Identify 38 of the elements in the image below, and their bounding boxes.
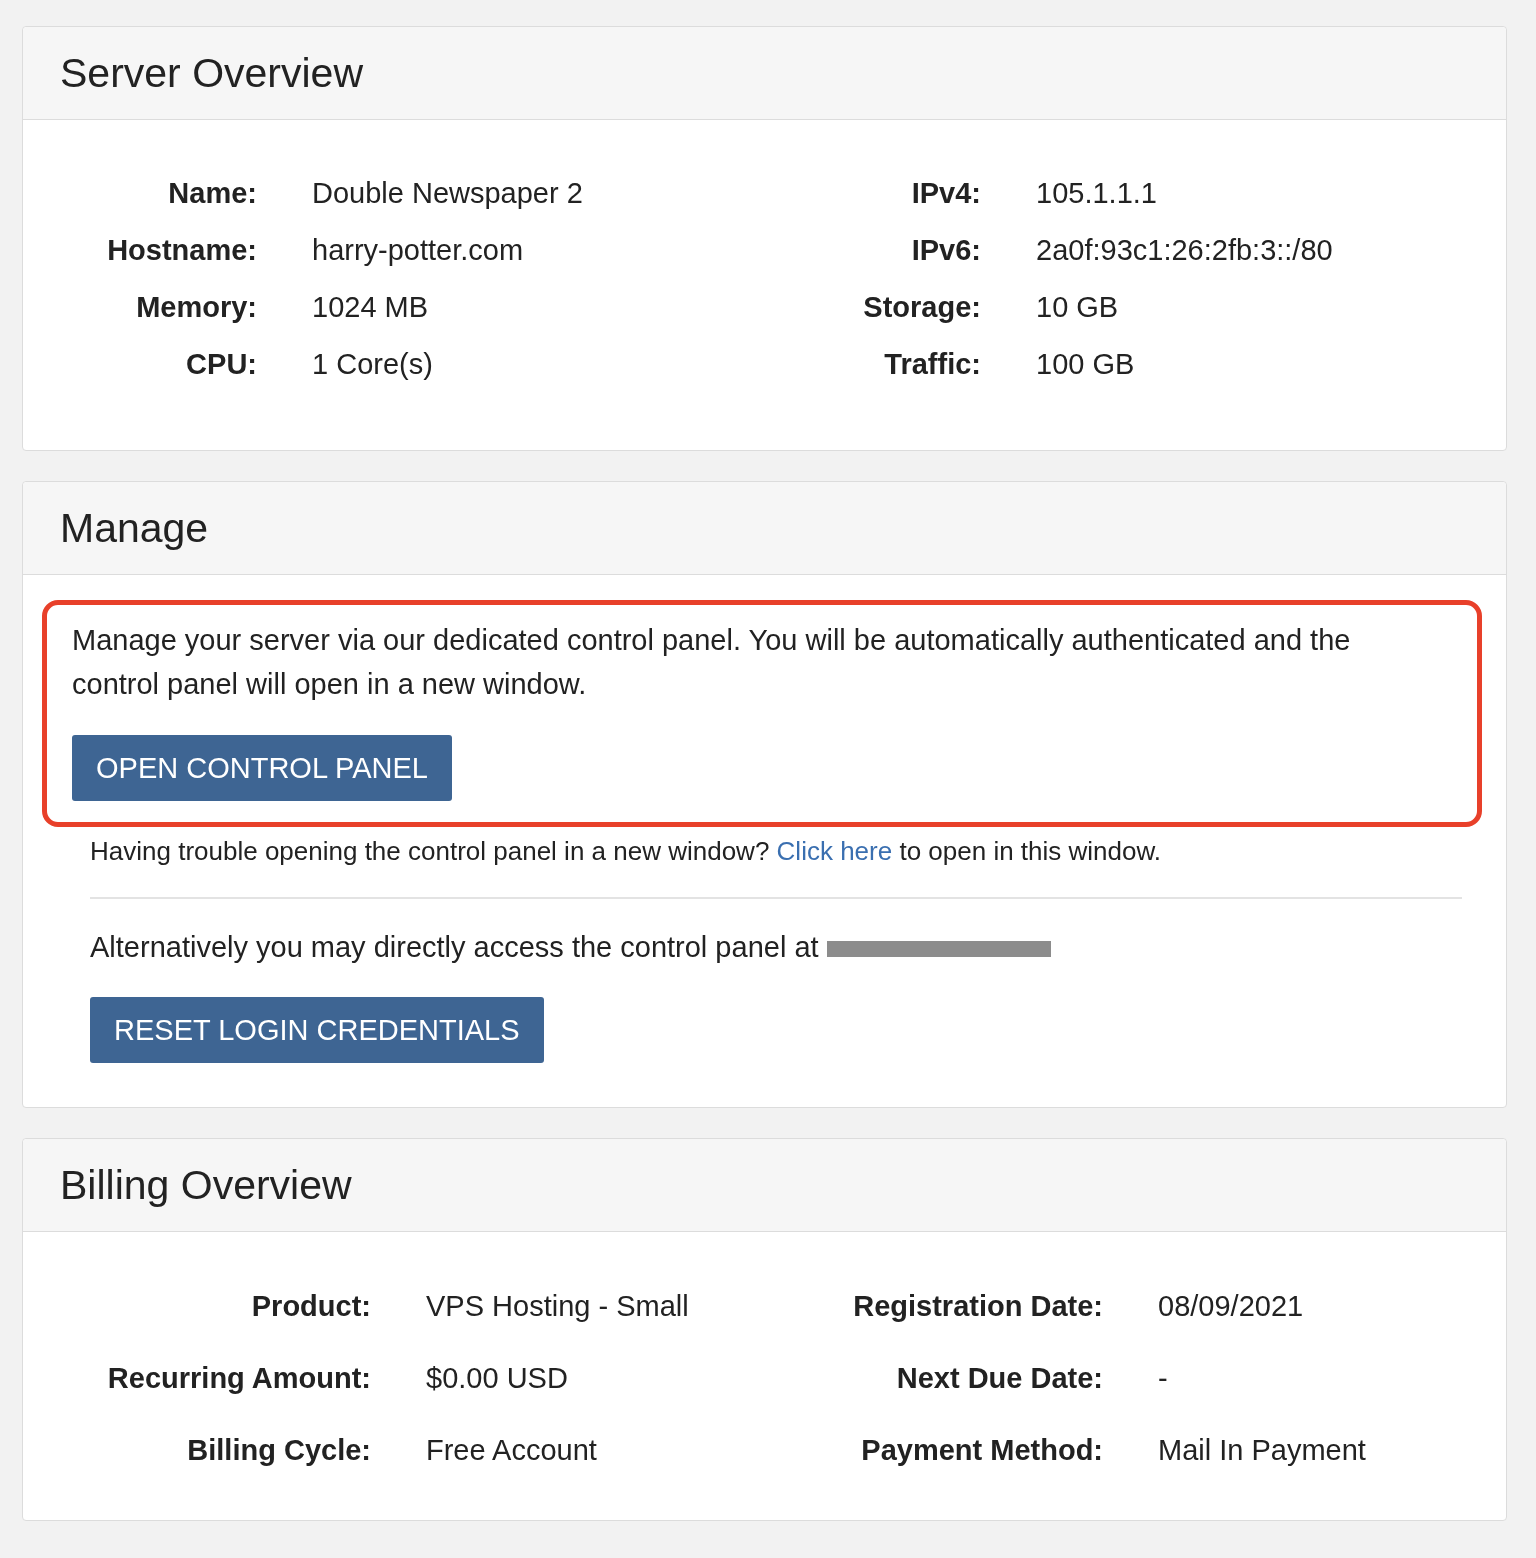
field-label: IPv6:	[910, 233, 981, 268]
alternative-text: Alternatively you may directly access the control panel at	[90, 931, 819, 963]
click-here-link[interactable]: Click here	[776, 836, 893, 866]
field-value: 08/09/2021	[1157, 1288, 1305, 1324]
field-label: Next Due Date:	[895, 1360, 1103, 1396]
field-label: IPv4:	[910, 176, 981, 211]
field-value: Double Newspaper 2	[311, 176, 584, 211]
field-label: Name:	[167, 176, 257, 211]
field-value: 10 GB	[1035, 290, 1120, 325]
field-value: VPS Hosting - Small	[425, 1288, 690, 1324]
description-text: Manage your server via our dedicated control panel. You will be automatically authenticated and the control panel will open in a new window.	[72, 623, 1352, 702]
field-label: CPU:	[185, 347, 257, 382]
card-title: Billing Overview	[60, 1161, 352, 1209]
field-label: Hostname:	[106, 233, 257, 268]
card-title: Server Overview	[60, 49, 363, 97]
field-value: 1 Core(s)	[311, 347, 434, 382]
help-text: Having trouble opening the control panel in a new window?	[90, 836, 770, 866]
field-value: Mail In Payment	[1157, 1432, 1367, 1468]
field-label: Storage:	[862, 290, 981, 325]
field-label: Memory:	[135, 290, 257, 325]
field-label: Registration Date:	[852, 1288, 1103, 1324]
field-value: 2a0f:93c1:26:2fb:3::/80	[1035, 233, 1334, 268]
field-value: harry-potter.com	[311, 233, 525, 268]
field-label: Traffic:	[883, 347, 981, 382]
field-value: $0.00 USD	[425, 1360, 569, 1396]
field-label: Product:	[250, 1288, 371, 1324]
field-value: 1024 MB	[311, 290, 430, 325]
reset-credentials-button[interactable]: RESET LOGIN CREDENTIALS	[90, 997, 544, 1063]
field-value: 100 GB	[1035, 347, 1136, 382]
field-label: Payment Method:	[860, 1432, 1103, 1468]
field-label: Billing Cycle:	[186, 1432, 371, 1468]
field-value: 105.1.1.1	[1035, 176, 1158, 211]
help-text: to open in this window.	[899, 836, 1162, 866]
card-title: Manage	[60, 504, 209, 552]
open-control-panel-button[interactable]: OPEN CONTROL PANEL	[72, 735, 452, 801]
field-value: Free Account	[425, 1432, 598, 1468]
field-value: -	[1157, 1360, 1169, 1396]
field-label: Recurring Amount:	[106, 1360, 371, 1396]
